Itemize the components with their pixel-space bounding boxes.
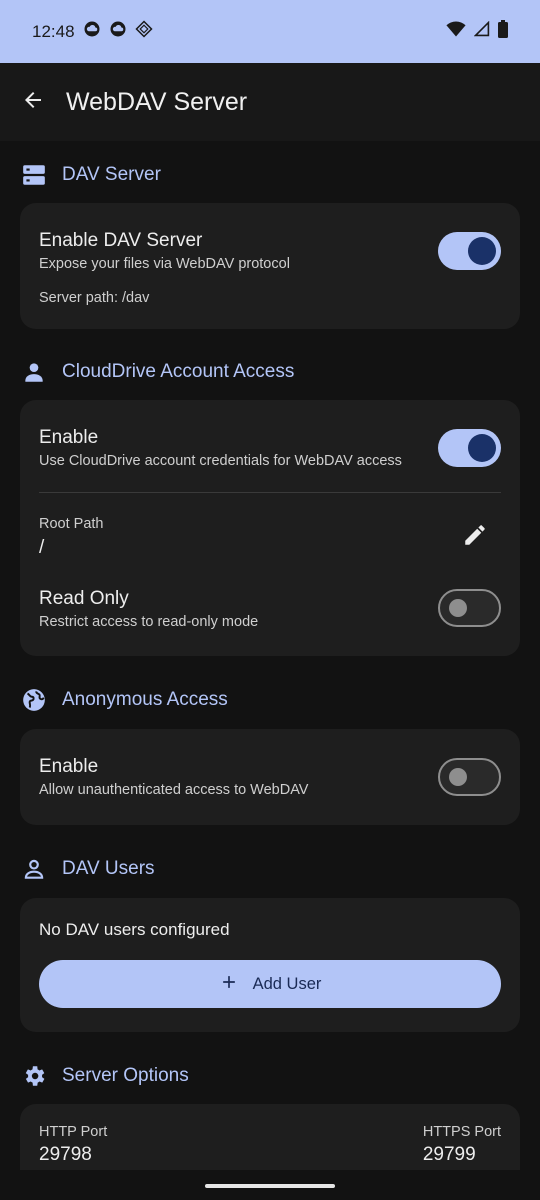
enable-dav-server-toggle[interactable] bbox=[438, 232, 501, 270]
page-title: WebDAV Server bbox=[66, 87, 248, 116]
arrow-back-icon bbox=[21, 88, 45, 117]
cloud-account-card: Enable Use CloudDrive account credential… bbox=[20, 400, 520, 656]
https-port-field[interactable]: HTTPS Port 29799 bbox=[423, 1124, 501, 1166]
http-port-value: 29798 bbox=[39, 1144, 92, 1165]
anonymous-enable-toggle[interactable] bbox=[438, 758, 501, 796]
section-header-server-options: Server Options bbox=[20, 1062, 189, 1090]
https-port-label: HTTPS Port bbox=[422, 1124, 501, 1140]
section-header-dav-users: DAV Users bbox=[20, 855, 155, 883]
battery-icon bbox=[498, 20, 508, 43]
row-title: Enable DAV Server bbox=[39, 230, 203, 251]
add-user-button[interactable]: Add User bbox=[39, 960, 501, 1008]
row-subtitle: Restrict access to read-only mode bbox=[39, 614, 259, 630]
divider bbox=[39, 492, 501, 493]
cloud-icon bbox=[83, 20, 101, 43]
root-path-row[interactable]: Root Path / bbox=[39, 516, 501, 559]
anonymous-enable-row[interactable]: Enable Allow unauthenticated access to W… bbox=[39, 756, 501, 798]
settings-list[interactable]: DAV Server Enable DAV Server Expose your… bbox=[0, 141, 540, 1170]
section-title: DAV Server bbox=[62, 164, 161, 185]
no-users-text: No DAV users configured bbox=[39, 920, 230, 939]
add-user-label: Add User bbox=[252, 974, 322, 993]
back-button[interactable] bbox=[0, 63, 68, 141]
plus-icon bbox=[219, 972, 239, 997]
person-outline-icon bbox=[20, 855, 48, 883]
gear-icon bbox=[20, 1062, 48, 1090]
section-title: DAV Users bbox=[62, 858, 155, 879]
globe-icon bbox=[20, 686, 48, 714]
home-indicator[interactable] bbox=[205, 1184, 335, 1188]
enable-dav-server-row[interactable]: Enable DAV Server Expose your files via … bbox=[39, 230, 501, 272]
server-icon bbox=[20, 161, 48, 189]
row-title: Enable bbox=[39, 427, 99, 448]
section-header-dav-server: DAV Server bbox=[20, 161, 161, 189]
cloud-enable-toggle[interactable] bbox=[438, 429, 501, 467]
cloud-icon bbox=[109, 20, 127, 43]
dav-users-card: No DAV users configured Add User bbox=[20, 898, 520, 1032]
section-header-anonymous: Anonymous Access bbox=[20, 686, 228, 714]
section-title: Server Options bbox=[62, 1065, 189, 1086]
http-port-field[interactable]: HTTP Port 29798 bbox=[39, 1124, 107, 1166]
row-subtitle: Allow unauthenticated access to WebDAV bbox=[39, 782, 309, 798]
root-path-label: Root Path bbox=[39, 516, 104, 532]
dav-server-card: Enable DAV Server Expose your files via … bbox=[20, 203, 520, 329]
row-subtitle: Expose your files via WebDAV protocol bbox=[39, 256, 290, 272]
wifi-icon bbox=[446, 20, 466, 43]
status-time: 12:48 bbox=[32, 21, 75, 41]
signal-icon bbox=[473, 20, 490, 42]
read-only-toggle[interactable] bbox=[438, 589, 501, 627]
edit-icon[interactable] bbox=[462, 522, 488, 553]
row-subtitle: Use CloudDrive account credentials for W… bbox=[39, 453, 402, 469]
section-header-cloud-account: CloudDrive Account Access bbox=[20, 358, 294, 386]
status-bar: 12:48 bbox=[0, 0, 540, 63]
navigation-bar bbox=[0, 1170, 540, 1200]
section-title: CloudDrive Account Access bbox=[62, 361, 295, 382]
server-options-card: HTTP Port 29798 HTTPS Port 29799 bbox=[20, 1104, 520, 1170]
cloud-enable-row[interactable]: Enable Use CloudDrive account credential… bbox=[39, 427, 501, 469]
http-port-label: HTTP Port bbox=[39, 1124, 108, 1140]
https-port-value: 29799 bbox=[422, 1144, 476, 1165]
diamond-app-icon bbox=[134, 20, 153, 43]
row-title: Enable bbox=[39, 756, 99, 777]
read-only-row[interactable]: Read Only Restrict access to read-only m… bbox=[39, 588, 501, 630]
app-bar: WebDAV Server bbox=[0, 63, 540, 141]
anonymous-card: Enable Allow unauthenticated access to W… bbox=[20, 729, 520, 825]
server-path-text: Server path: /dav bbox=[39, 290, 150, 306]
root-path-value: / bbox=[39, 537, 45, 558]
person-icon bbox=[20, 358, 48, 386]
row-title: Read Only bbox=[39, 588, 129, 609]
section-title: Anonymous Access bbox=[62, 689, 228, 710]
